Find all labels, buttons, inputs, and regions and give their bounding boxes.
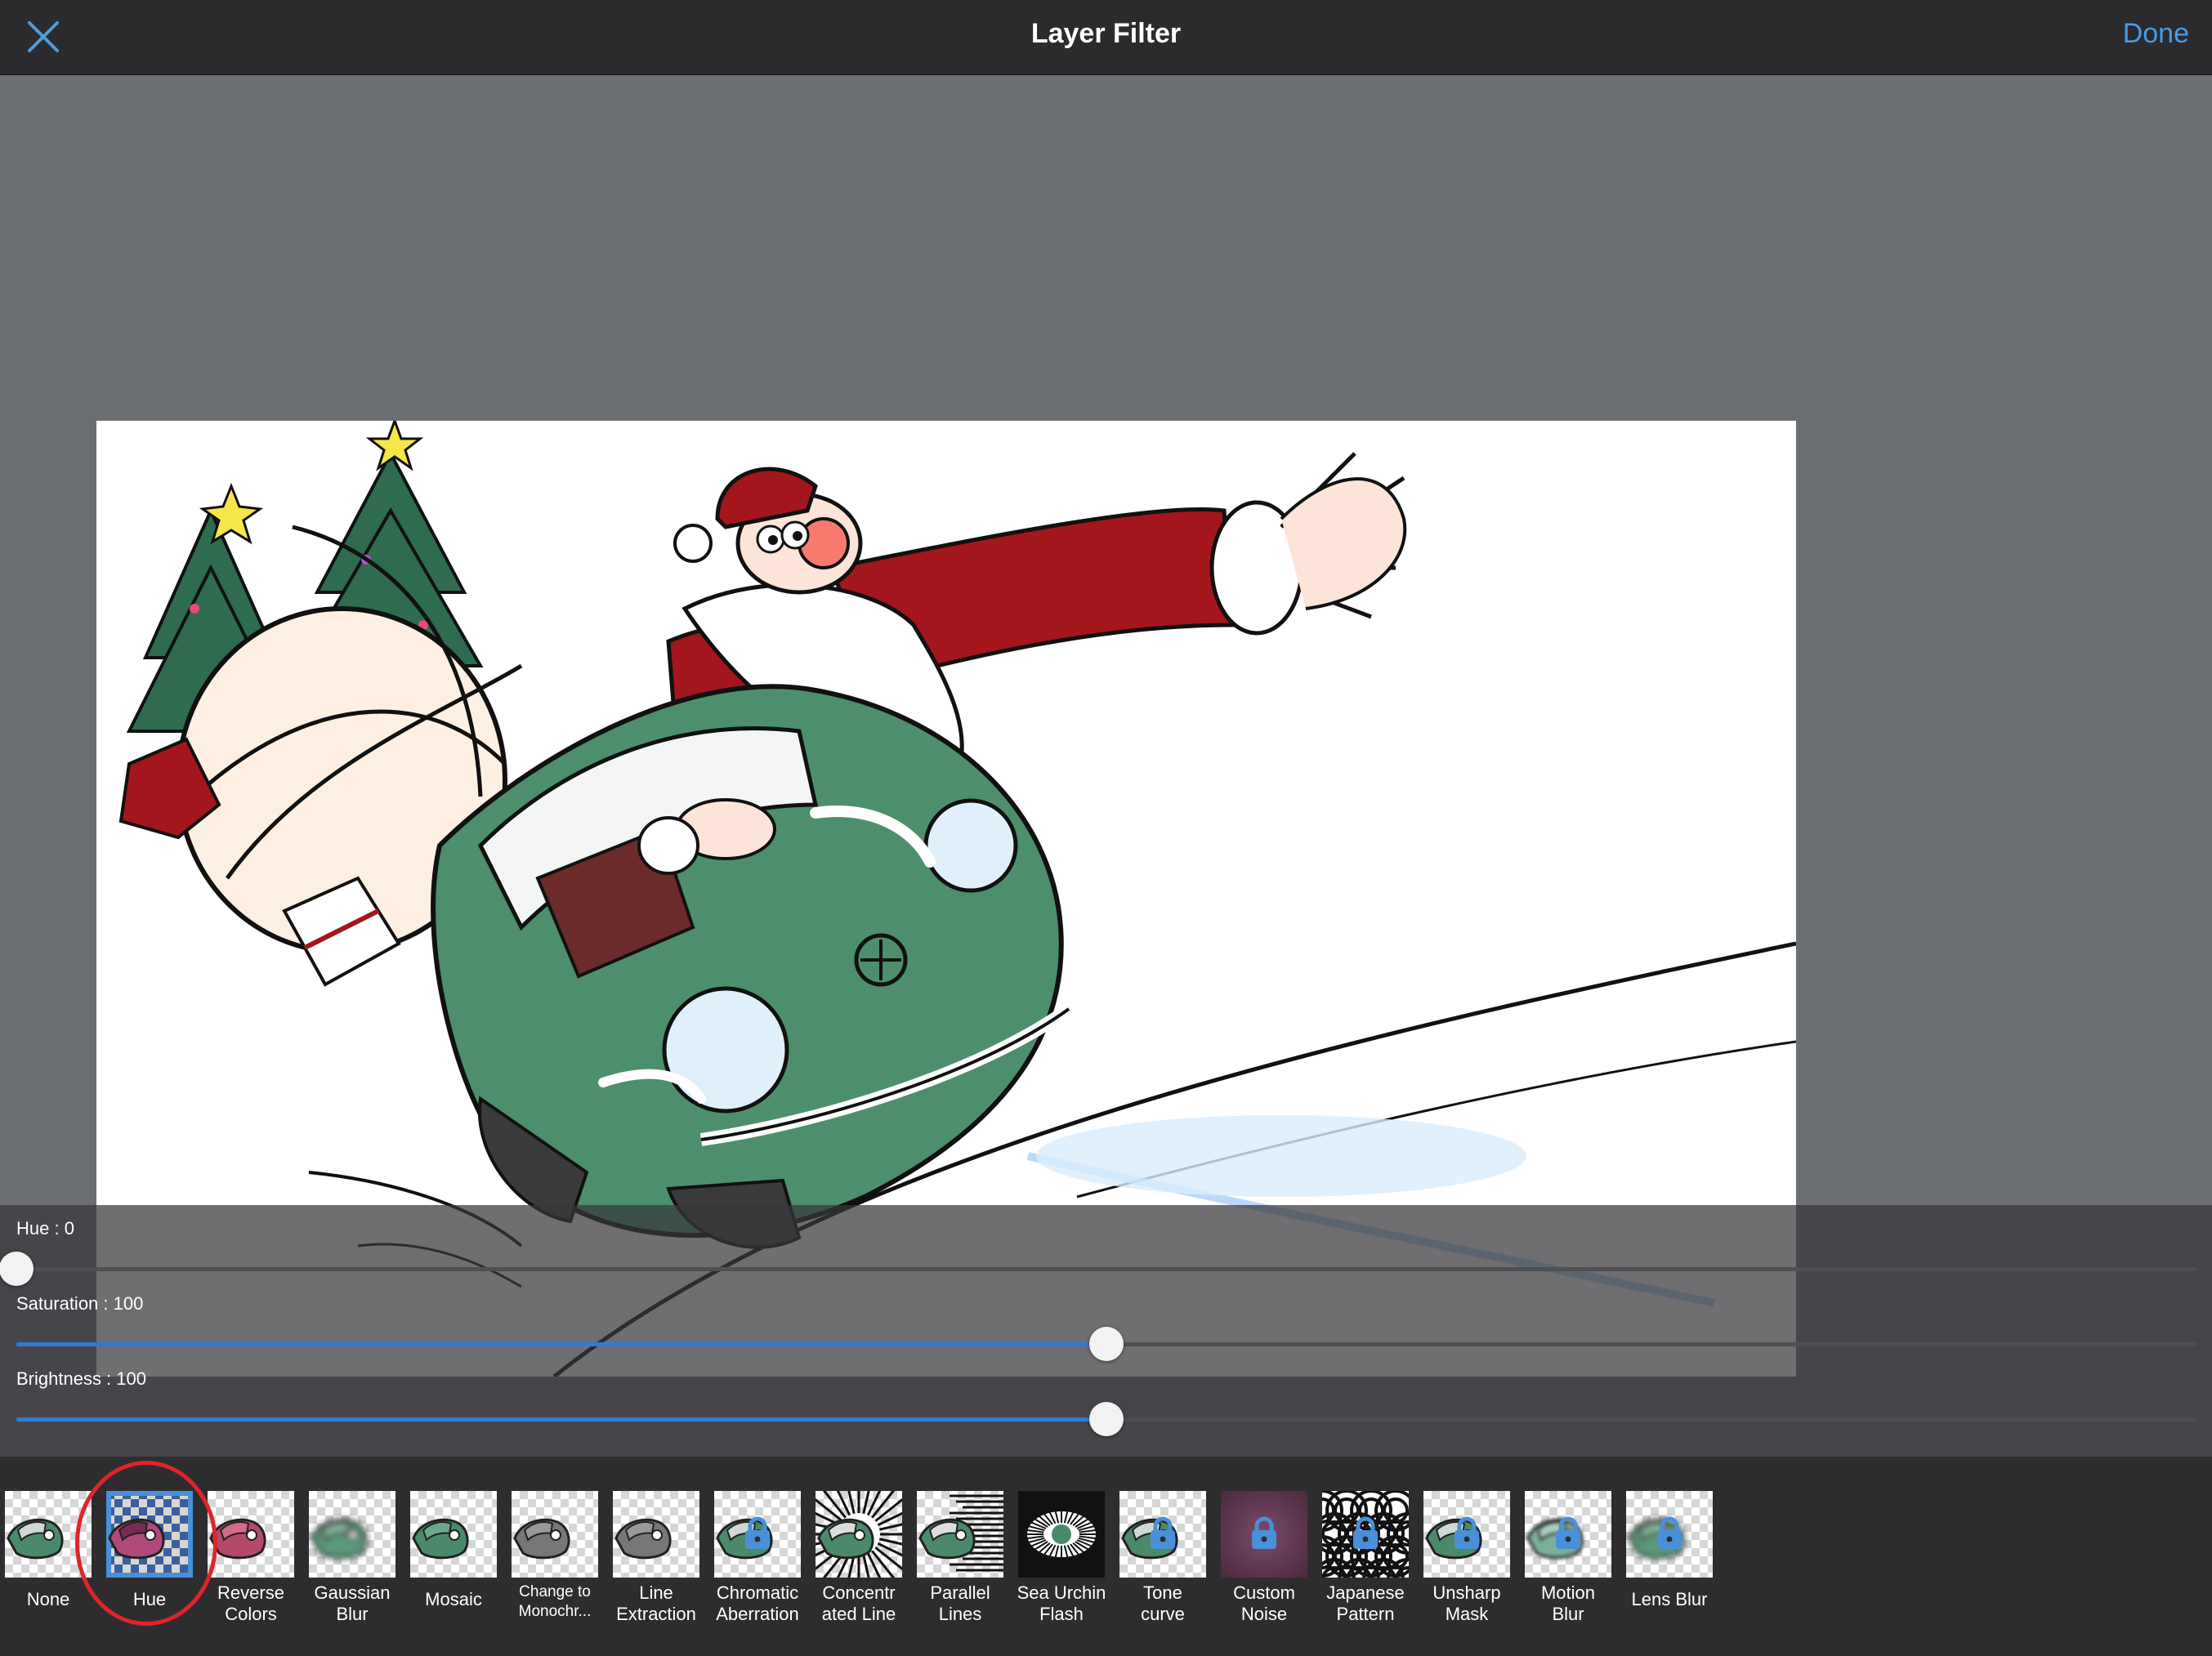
filter-change-to-monochr[interactable]: Change to Monochr... <box>507 1491 608 1646</box>
filter-label: Sea Urchin Flash <box>1017 1582 1106 1624</box>
filter-thumbnail <box>106 1491 193 1578</box>
lock-icon <box>1151 1516 1175 1549</box>
filter-label: Change to Monochr... <box>518 1583 592 1620</box>
filter-label: None <box>26 1589 70 1609</box>
filter-unsharp-mask[interactable]: Unsharp Mask <box>1419 1491 1520 1646</box>
brightness-label: Brightness : 100 <box>16 1368 146 1389</box>
filter-none[interactable]: None <box>0 1491 101 1646</box>
filter-label: Tone curve <box>1141 1582 1185 1624</box>
filter-tone-curve[interactable]: Tone curve <box>1115 1491 1216 1646</box>
page-title: Layer Filter <box>1030 18 1182 49</box>
filter-thumbnail <box>613 1491 699 1578</box>
filter-thumbnail <box>512 1491 598 1578</box>
lock-icon <box>1252 1516 1276 1549</box>
filter-chromatic-aberration[interactable]: Chromatic Aberration <box>709 1491 811 1646</box>
brightness-slider-fill <box>16 1417 1106 1422</box>
saturation-label: Saturation : 100 <box>16 1293 144 1314</box>
filter-thumbnail <box>1221 1491 1307 1578</box>
filter-thumbnail <box>410 1491 497 1578</box>
filter-thumbnail <box>1626 1491 1713 1578</box>
lock-icon <box>1353 1516 1378 1549</box>
filter-gaussian-blur[interactable]: Gaussian Blur <box>304 1491 405 1646</box>
saturation-slider-fill <box>16 1342 1106 1346</box>
hue-label: Hue : 0 <box>16 1218 74 1239</box>
filter-thumbnail <box>714 1491 801 1578</box>
filter-label: Concentr ated Line <box>821 1582 896 1624</box>
filter-label: Line Extraction <box>616 1582 696 1624</box>
filter-reverse-colors[interactable]: Reverse Colors <box>203 1491 304 1646</box>
lock-icon <box>1455 1516 1479 1549</box>
filter-thumbnail <box>1119 1491 1206 1578</box>
adjustment-panel: Hue : 0 Saturation : 100 Brightness : 10… <box>0 1205 2212 1457</box>
filter-thumbnail <box>816 1491 902 1578</box>
filter-thumbnail <box>917 1491 1003 1578</box>
filter-label: Unsharp Mask <box>1432 1582 1501 1624</box>
lock-icon <box>745 1516 770 1549</box>
filter-thumbnail <box>1322 1491 1409 1578</box>
filter-lens-blur[interactable]: Lens Blur <box>1621 1491 1723 1646</box>
hue-slider[interactable] <box>0 1252 2196 1286</box>
filter-label: Reverse Colors <box>217 1582 284 1624</box>
filter-label: Parallel Lines <box>930 1582 990 1624</box>
filter-label: Chromatic Aberration <box>716 1582 799 1624</box>
brightness-slider-thumb[interactable] <box>1089 1402 1124 1436</box>
filter-thumbnail <box>1525 1491 1611 1578</box>
filter-thumbnail <box>1018 1491 1105 1578</box>
filter-label: Hue <box>132 1589 167 1609</box>
filter-label: Lens Blur <box>1631 1589 1708 1609</box>
filter-japanese-pattern[interactable]: Japanese Pattern <box>1317 1491 1419 1646</box>
saturation-slider[interactable] <box>16 1327 2196 1361</box>
filter-mosaic[interactable]: Mosaic <box>405 1491 507 1646</box>
done-button[interactable]: Done <box>2123 0 2189 74</box>
filter-thumbnail <box>309 1491 395 1578</box>
filter-motion-blur[interactable]: Motion Blur <box>1520 1491 1621 1646</box>
filter-custom-noise[interactable]: Custom Noise <box>1216 1491 1317 1646</box>
lock-icon <box>1556 1516 1580 1549</box>
filter-concentr-ated-line[interactable]: Concentr ated Line <box>811 1491 912 1646</box>
filter-label: Mosaic <box>425 1589 482 1609</box>
top-bar: Layer Filter Done <box>0 0 2212 75</box>
filter-label: Gaussian Blur <box>314 1582 391 1624</box>
filter-parallel-lines[interactable]: Parallel Lines <box>912 1491 1013 1646</box>
brightness-slider[interactable] <box>16 1402 2196 1436</box>
saturation-slider-thumb[interactable] <box>1089 1327 1124 1361</box>
hue-slider-thumb[interactable] <box>0 1252 34 1286</box>
filter-sea-urchin-flash[interactable]: Sea Urchin Flash <box>1013 1491 1115 1646</box>
lock-icon <box>1657 1516 1682 1549</box>
filter-label: Custom Noise <box>1233 1582 1295 1624</box>
filter-thumbnail <box>5 1491 92 1578</box>
filter-hue[interactable]: Hue <box>101 1491 203 1646</box>
filter-thumbnail <box>1423 1491 1510 1578</box>
filter-thumbnail <box>208 1491 294 1578</box>
filter-label: Motion Blur <box>1540 1582 1596 1624</box>
filter-label: Japanese Pattern <box>1326 1582 1405 1624</box>
filter-line-extraction[interactable]: Line Extraction <box>608 1491 709 1646</box>
filter-strip: None Hue Reverse Colors Gaussian Blur Mosaic… <box>0 1457 2212 1656</box>
